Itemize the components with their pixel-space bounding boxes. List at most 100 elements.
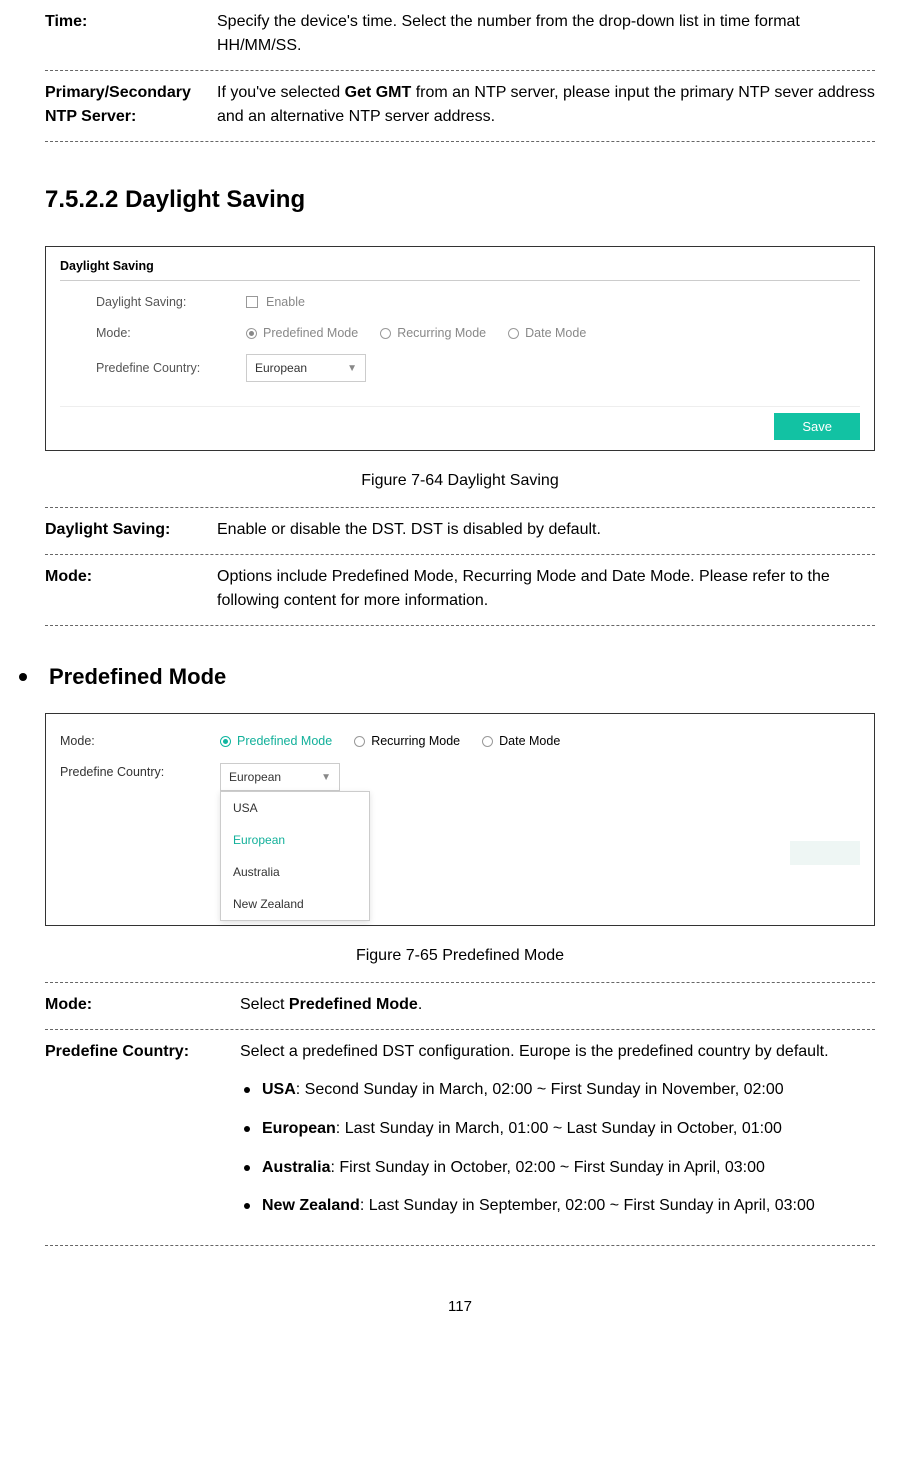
- radio-icon: [354, 736, 365, 747]
- page-number: 117: [45, 1296, 875, 1319]
- row-predefine-country: Predefine Country: European ▼: [96, 354, 860, 382]
- spacer: [60, 803, 860, 911]
- figure-caption-1: Figure 7-64 Daylight Saving: [45, 469, 875, 493]
- country-schedule: : Second Sunday in March, 02:00 ~ First …: [296, 1081, 784, 1098]
- dropdown-item-usa[interactable]: USA: [221, 792, 369, 824]
- def-term: Predefine Country:: [45, 1040, 240, 1233]
- row-mode: Mode: Predefined Mode Recurring Mode Dat…: [60, 732, 860, 751]
- controls: Predefined Mode Recurring Mode Date Mode: [220, 732, 560, 751]
- text: .: [418, 996, 422, 1013]
- radio-icon: [380, 328, 391, 339]
- radio-predefined-mode[interactable]: Predefined Mode: [220, 732, 332, 751]
- radio-label: Recurring Mode: [371, 734, 460, 748]
- def-row: Mode: Options include Predefined Mode, R…: [45, 555, 875, 626]
- chevron-down-icon: ▼: [321, 770, 331, 785]
- dropdown-item-australia[interactable]: Australia: [221, 856, 369, 888]
- figure-daylight-saving: Daylight Saving Daylight Saving: Enable …: [45, 246, 875, 451]
- radio-label: Predefined Mode: [263, 326, 358, 340]
- radio-label: Date Mode: [525, 326, 586, 340]
- country-name: New Zealand: [262, 1197, 360, 1214]
- def-row-predefine-country: Predefine Country: Select a predefined D…: [45, 1030, 875, 1246]
- label-mode: Mode:: [60, 732, 220, 751]
- top-definitions: Time: Specify the device's time. Select …: [45, 0, 875, 142]
- text: If you've selected: [217, 84, 345, 101]
- controls: European ▼: [246, 354, 366, 382]
- controls: Enable: [246, 293, 305, 312]
- list-item: European: Last Sunday in March, 01:00 ~ …: [240, 1117, 875, 1142]
- radio-date-mode[interactable]: Date Mode: [482, 732, 560, 751]
- subsection-title: Predefined Mode: [49, 660, 226, 693]
- bullet-icon: [19, 673, 27, 681]
- figure-predefined-mode: Mode: Predefined Mode Recurring Mode Dat…: [45, 713, 875, 926]
- row-mode: Mode: Predefined Mode Recurring Mode Dat…: [96, 324, 860, 343]
- panel-title: Daylight Saving: [60, 257, 860, 276]
- dropdown-list: USA European Australia New Zealand: [220, 791, 370, 921]
- def-term: Primary/Secondary NTP Server:: [45, 81, 217, 129]
- def-desc: Select Predefined Mode.: [240, 993, 875, 1017]
- chevron-down-icon: ▼: [347, 361, 357, 376]
- predefined-mode-definitions: Mode: Select Predefined Mode. Predefine …: [45, 982, 875, 1246]
- list-item: New Zealand: Last Sunday in September, 0…: [240, 1194, 875, 1219]
- country-schedule: : Last Sunday in March, 01:00 ~ Last Sun…: [336, 1120, 782, 1137]
- radio-label: Predefined Mode: [237, 734, 332, 748]
- dropdown-box[interactable]: European ▼: [220, 763, 340, 791]
- country-name: USA: [262, 1081, 296, 1098]
- checkbox-icon: [246, 296, 258, 308]
- desc-text: Select a predefined DST configuration. E…: [240, 1040, 875, 1064]
- dropdown-predefine-country-open[interactable]: European ▼ USA European Australia New Ze…: [220, 763, 340, 791]
- country-schedule: : Last Sunday in September, 02:00 ~ Firs…: [360, 1197, 815, 1214]
- def-desc: Specify the device's time. Select the nu…: [217, 10, 875, 58]
- subsection-predefined-mode: Predefined Mode: [45, 660, 875, 693]
- radio-label: Date Mode: [499, 734, 560, 748]
- country-name: European: [262, 1120, 336, 1137]
- row-predefine-country: Predefine Country: European ▼ USA Europe…: [60, 763, 860, 791]
- radio-icon: [482, 736, 493, 747]
- def-row-ntp: Primary/Secondary NTP Server: If you've …: [45, 71, 875, 142]
- dropdown-value: European: [229, 768, 281, 786]
- def-desc: If you've selected Get GMT from an NTP s…: [217, 81, 875, 129]
- country-name: Australia: [262, 1159, 330, 1176]
- def-desc: Options include Predefined Mode, Recurri…: [217, 565, 875, 613]
- save-button[interactable]: Save: [774, 413, 860, 440]
- radio-recurring-mode[interactable]: Recurring Mode: [354, 732, 460, 751]
- dropdown-item-european[interactable]: European: [221, 824, 369, 856]
- section-heading-daylight-saving: 7.5.2.2 Daylight Saving: [45, 182, 875, 218]
- def-term: Time:: [45, 10, 217, 58]
- radio-icon: [246, 328, 257, 339]
- def-term: Mode:: [45, 993, 240, 1017]
- ghost-save-button: [790, 841, 860, 865]
- def-term: Daylight Saving:: [45, 518, 217, 542]
- daylight-saving-definitions: Daylight Saving: Enable or disable the D…: [45, 507, 875, 626]
- divider: [60, 280, 860, 281]
- text: Select: [240, 996, 289, 1013]
- list-item: USA: Second Sunday in March, 02:00 ~ Fir…: [240, 1078, 875, 1103]
- radio-label: Recurring Mode: [397, 326, 486, 340]
- dropdown-value: European: [255, 359, 307, 377]
- country-list: USA: Second Sunday in March, 02:00 ~ Fir…: [240, 1078, 875, 1219]
- save-row: Save: [60, 406, 860, 450]
- def-row: Daylight Saving: Enable or disable the D…: [45, 507, 875, 555]
- dropdown-predefine-country[interactable]: European ▼: [246, 354, 366, 382]
- dropdown-item-new-zealand[interactable]: New Zealand: [221, 888, 369, 920]
- label-predefine-country: Predefine Country:: [96, 359, 246, 378]
- def-row-mode: Mode: Select Predefined Mode.: [45, 982, 875, 1030]
- country-schedule: : First Sunday in October, 02:00 ~ First…: [330, 1159, 764, 1176]
- def-row-time: Time: Specify the device's time. Select …: [45, 0, 875, 71]
- label-mode: Mode:: [96, 324, 246, 343]
- radio-icon: [508, 328, 519, 339]
- ds-form: Daylight Saving: Enable Mode: Predefined…: [60, 293, 860, 407]
- row-daylight-saving: Daylight Saving: Enable: [96, 293, 860, 312]
- radio-date-mode[interactable]: Date Mode: [508, 324, 586, 343]
- ds-panel: Daylight Saving Daylight Saving: Enable …: [46, 247, 874, 450]
- def-desc: Enable or disable the DST. DST is disabl…: [217, 518, 875, 542]
- list-item: Australia: First Sunday in October, 02:0…: [240, 1156, 875, 1181]
- def-term: Mode:: [45, 565, 217, 613]
- bold-text: Predefined Mode: [289, 996, 418, 1013]
- radio-icon: [220, 736, 231, 747]
- enable-checkbox[interactable]: Enable: [246, 293, 305, 312]
- label-daylight-saving: Daylight Saving:: [96, 293, 246, 312]
- controls: Predefined Mode Recurring Mode Date Mode: [246, 324, 586, 343]
- radio-recurring-mode[interactable]: Recurring Mode: [380, 324, 486, 343]
- checkbox-label: Enable: [266, 295, 305, 309]
- radio-predefined-mode[interactable]: Predefined Mode: [246, 324, 358, 343]
